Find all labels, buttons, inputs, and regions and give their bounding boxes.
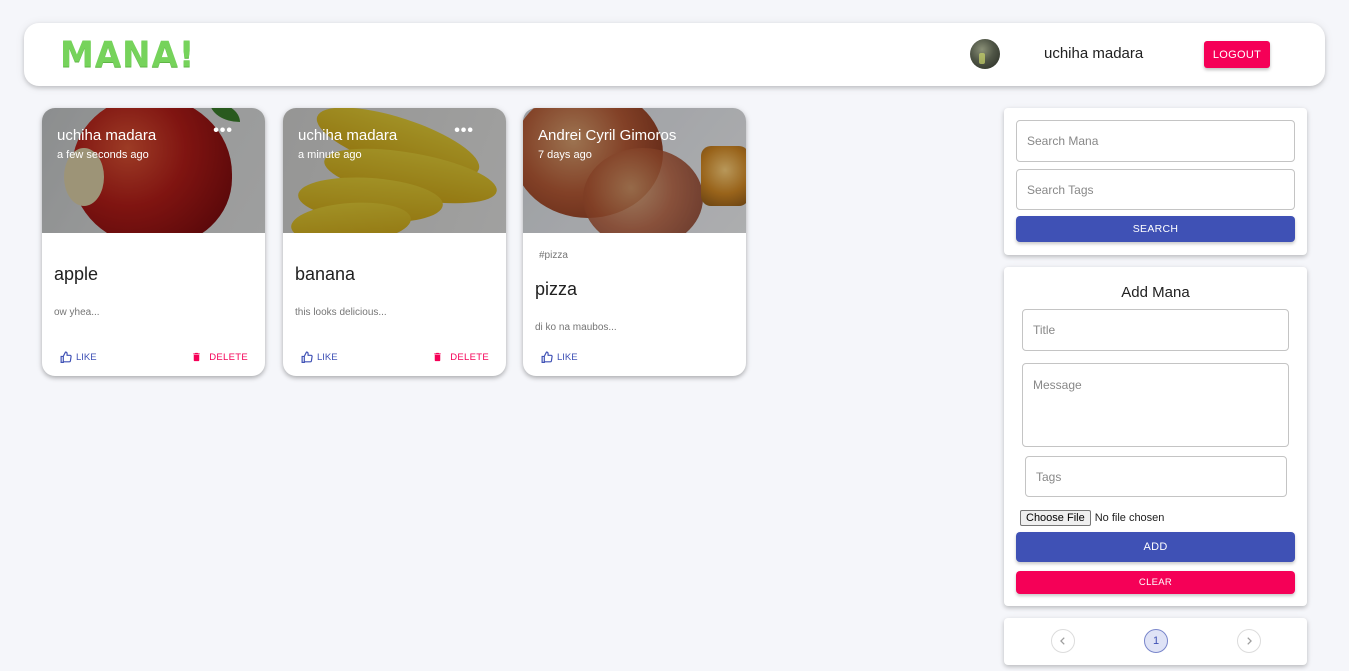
post-time: 7 days ago <box>538 149 592 161</box>
choose-file-button[interactable]: Choose File <box>1020 510 1091 526</box>
page-number-button[interactable]: 1 <box>1144 629 1168 653</box>
form-title: Add Mana <box>1121 284 1190 301</box>
post-title: apple <box>54 264 99 284</box>
search-tags-input[interactable] <box>1016 169 1295 210</box>
title-input[interactable] <box>1022 309 1289 351</box>
like-label: LIKE <box>317 352 338 363</box>
delete-label: DELETE <box>209 351 248 363</box>
more-options-icon[interactable]: ••• <box>454 122 474 140</box>
message-input[interactable] <box>1022 363 1289 447</box>
app-logo[interactable]: MANA! <box>60 34 195 76</box>
thumb-up-icon <box>541 351 553 363</box>
post-message: ow yhea... <box>54 307 100 318</box>
post-title: pizza <box>535 279 578 299</box>
file-status: No file chosen <box>1094 512 1165 524</box>
post-tags: #pizza <box>539 250 568 261</box>
post-author: Andrei Cyril Gimoros <box>538 127 677 144</box>
add-mana-form: Add Mana Choose File No file chosen ADD … <box>1004 267 1307 606</box>
username: uchiha madara <box>1044 45 1144 62</box>
like-button[interactable]: LIKE <box>59 351 97 364</box>
logout-button[interactable]: LOGOUT <box>1204 41 1270 68</box>
post-time: a few seconds ago <box>57 149 149 161</box>
post-message: di ko na maubos... <box>535 322 617 333</box>
search-panel: SEARCH <box>1004 108 1307 255</box>
trash-icon <box>193 352 200 362</box>
search-button[interactable]: SEARCH <box>1016 216 1295 242</box>
post-message: this looks delicious... <box>295 307 387 318</box>
like-button[interactable]: LIKE <box>300 351 338 364</box>
app-bar: MANA! uchiha madara LOGOUT <box>24 23 1325 86</box>
post-title: banana <box>295 264 356 284</box>
avatar <box>970 39 1000 69</box>
search-mana-input[interactable] <box>1016 120 1295 162</box>
post-time: a minute ago <box>298 149 362 161</box>
thumb-up-icon <box>301 351 313 363</box>
delete-button[interactable]: DELETE <box>432 351 489 363</box>
next-page-button[interactable] <box>1237 629 1261 653</box>
more-options-icon[interactable]: ••• <box>213 122 233 140</box>
delete-label: DELETE <box>450 351 489 363</box>
trash-icon <box>434 352 441 362</box>
post-card[interactable]: uchiha madara a few seconds ago ••• appl… <box>42 108 265 376</box>
chevron-right-icon <box>1247 637 1252 645</box>
post-author: uchiha madara <box>57 127 157 144</box>
tags-input[interactable] <box>1025 456 1287 497</box>
pagination: 1 <box>1004 618 1307 665</box>
delete-button[interactable]: DELETE <box>191 351 248 363</box>
thumb-up-icon <box>60 351 72 363</box>
clear-button[interactable]: CLEAR <box>1016 571 1295 594</box>
post-card[interactable]: Andrei Cyril Gimoros 7 days ago #pizza p… <box>523 108 746 376</box>
post-author: uchiha madara <box>298 127 398 144</box>
like-button[interactable]: LIKE <box>540 351 578 364</box>
chevron-left-icon <box>1060 637 1065 645</box>
previous-page-button[interactable] <box>1051 629 1075 653</box>
like-label: LIKE <box>76 352 97 363</box>
like-label: LIKE <box>557 352 578 363</box>
post-card[interactable]: uchiha madara a minute ago ••• banana th… <box>283 108 506 376</box>
add-button[interactable]: ADD <box>1016 532 1295 562</box>
file-upload: Choose File No file chosen <box>1020 510 1164 526</box>
